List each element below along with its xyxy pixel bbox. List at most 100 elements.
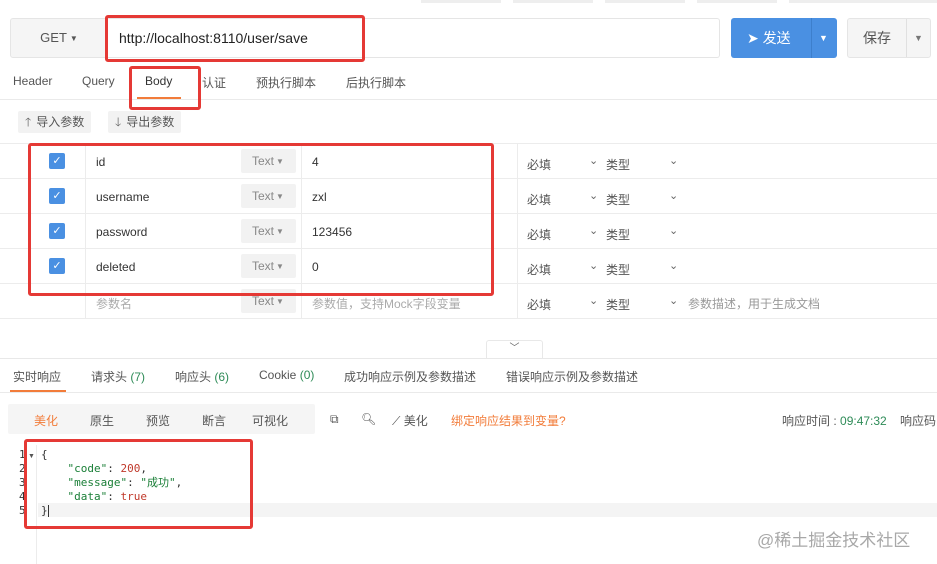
- param-kind-select[interactable]: 类型: [606, 226, 630, 243]
- param-required-select[interactable]: 必填: [527, 156, 551, 173]
- response-code-label: 响应码: [900, 414, 937, 428]
- collapse-handle[interactable]: ﹀: [486, 340, 543, 358]
- tab-header[interactable]: Header: [13, 74, 52, 88]
- param-required-select[interactable]: 必填: [527, 261, 551, 278]
- param-required-select[interactable]: 必填: [527, 226, 551, 243]
- line-number: 2: [19, 462, 26, 475]
- param-name-input[interactable]: password: [96, 225, 147, 239]
- tab-auth[interactable]: 认证: [202, 74, 226, 91]
- param-kind-select[interactable]: 类型: [606, 156, 630, 173]
- chevron-down-icon[interactable]: ⌄: [669, 294, 678, 307]
- chevron-down-icon[interactable]: ⌄: [589, 259, 598, 272]
- tab-query[interactable]: Query: [82, 74, 115, 88]
- tab-live-response[interactable]: 实时响应: [13, 368, 61, 385]
- request-bar: GET ▼ http://localhost:8110/user/save ➤ 发…: [0, 0, 937, 62]
- top-tab-stub: [605, 0, 685, 3]
- chevron-down-icon[interactable]: ⌄: [669, 224, 678, 237]
- format-assert[interactable]: 断言: [202, 412, 226, 429]
- format-preview[interactable]: 预览: [146, 412, 170, 429]
- export-params-button[interactable]: 🡓 导出参数: [108, 111, 182, 133]
- param-row: ✓ password Text ▼ 123456 必填 ⌄ 类型 ⌄: [0, 214, 937, 249]
- param-checkbox[interactable]: ✓: [49, 258, 65, 274]
- param-required-select[interactable]: 必填: [527, 191, 551, 208]
- chevron-down-icon[interactable]: ⌄: [589, 154, 598, 167]
- beautify-button[interactable]: ⟋ 美化: [392, 412, 428, 429]
- param-checkbox[interactable]: ✓: [49, 188, 65, 204]
- send-dropdown-icon[interactable]: ▼: [819, 18, 828, 58]
- format-beautify[interactable]: 美化: [34, 412, 58, 429]
- param-name-input[interactable]: 参数名: [96, 295, 132, 312]
- param-type-select[interactable]: Text ▼: [241, 289, 296, 313]
- send-button[interactable]: ➤ 发送 ▼: [731, 18, 837, 58]
- watermark: @稀土掘金技术社区: [757, 531, 911, 550]
- code-line: {: [41, 448, 48, 461]
- line-number: 3: [19, 476, 26, 489]
- param-kind-select[interactable]: 类型: [606, 296, 630, 313]
- param-row: ✓ deleted Text ▼ 0 必填 ⌄ 类型 ⌄: [0, 249, 937, 284]
- code-line: "data": true: [67, 490, 148, 503]
- import-params-button[interactable]: 🡑 导入参数: [18, 111, 92, 133]
- send-button-label: ➤ 发送: [747, 30, 791, 46]
- param-type-select[interactable]: Text ▼: [241, 184, 296, 208]
- param-type-select[interactable]: Text ▼: [241, 254, 296, 278]
- format-visualize[interactable]: 可视化: [252, 412, 288, 429]
- copy-icon[interactable]: ⧉: [330, 412, 339, 427]
- param-value-input[interactable]: 4: [312, 155, 319, 169]
- param-name-input[interactable]: deleted: [96, 260, 135, 274]
- tab-body[interactable]: Body: [145, 74, 172, 88]
- param-value-input[interactable]: 参数值，支持Mock字段变量: [312, 295, 461, 312]
- send-button-separator: [811, 18, 812, 58]
- line-gutter: 1 2 3 4 5 ▼: [0, 445, 37, 564]
- chevron-down-icon[interactable]: ⌄: [669, 154, 678, 167]
- param-value-input[interactable]: 123456: [312, 225, 352, 239]
- url-input[interactable]: http://localhost:8110/user/save: [108, 18, 720, 58]
- chevron-down-icon[interactable]: ⌄: [669, 189, 678, 202]
- save-dropdown-icon[interactable]: ▼: [914, 19, 923, 57]
- param-name-input[interactable]: id: [96, 155, 105, 169]
- caret-down-icon: ▼: [276, 296, 284, 306]
- fold-triangle-icon[interactable]: ▼: [28, 453, 35, 460]
- chevron-down-icon[interactable]: ⌄: [669, 259, 678, 272]
- line-number: 5: [19, 504, 26, 517]
- param-checkbox[interactable]: ✓: [49, 223, 65, 239]
- caret-down-icon: ▼: [69, 33, 78, 43]
- method-select[interactable]: GET ▼: [10, 18, 108, 58]
- code-line: "code": 200,: [67, 462, 148, 475]
- tab-cookie[interactable]: Cookie (0): [259, 368, 314, 382]
- param-value-input[interactable]: 0: [312, 260, 319, 274]
- param-required-select[interactable]: 必填: [527, 296, 551, 313]
- param-checkbox[interactable]: ✓: [49, 153, 65, 169]
- response-toolbar: 美化 原生 预览 断言 可视化 ⧉ 🔍︎ ⟋ 美化 绑定响应结果到变量? 响应时…: [0, 404, 937, 434]
- save-button[interactable]: 保存 ▼: [847, 18, 931, 58]
- param-type-select[interactable]: Text ▼: [241, 149, 296, 173]
- param-desc-input[interactable]: 参数描述，用于生成文档: [688, 295, 820, 312]
- chevron-down-icon[interactable]: ⌄: [589, 224, 598, 237]
- param-name-input[interactable]: username: [96, 190, 149, 204]
- response-tabs: 实时响应 请求头 (7) 响应头 (6) Cookie (0) 成功响应示例及参…: [0, 359, 937, 393]
- search-icon[interactable]: 🔍︎: [361, 412, 376, 426]
- tab-response-headers[interactable]: 响应头 (6): [175, 368, 229, 385]
- tab-success-example[interactable]: 成功响应示例及参数描述: [344, 368, 476, 385]
- arrow-down-icon: 🡓: [115, 115, 122, 129]
- top-tab-stub: [513, 0, 593, 3]
- tab-error-example[interactable]: 错误响应示例及参数描述: [506, 368, 638, 385]
- top-tab-stub: [697, 0, 777, 3]
- caret-down-icon: ▼: [276, 156, 284, 166]
- chevron-down-icon[interactable]: ⌄: [589, 189, 598, 202]
- tab-post-script[interactable]: 后执行脚本: [346, 74, 406, 91]
- tab-pre-script[interactable]: 预执行脚本: [256, 74, 316, 91]
- bind-response-variable-link[interactable]: 绑定响应结果到变量?: [451, 412, 566, 429]
- tab-request-headers[interactable]: 请求头 (7): [91, 368, 145, 385]
- caret-down-icon: ▼: [276, 191, 284, 201]
- param-kind-select[interactable]: 类型: [606, 261, 630, 278]
- format-raw[interactable]: 原生: [90, 412, 114, 429]
- top-tab-stub: [789, 0, 937, 3]
- chevron-down-icon[interactable]: ⌄: [589, 294, 598, 307]
- param-kind-select[interactable]: 类型: [606, 191, 630, 208]
- active-tab-indicator: [137, 97, 181, 99]
- arrow-up-icon: 🡑: [25, 115, 32, 129]
- param-type-select[interactable]: Text ▼: [241, 219, 296, 243]
- chevron-down-icon: ﹀: [509, 343, 520, 354]
- param-value-input[interactable]: zxl: [312, 190, 327, 204]
- save-button-separator: [906, 19, 907, 57]
